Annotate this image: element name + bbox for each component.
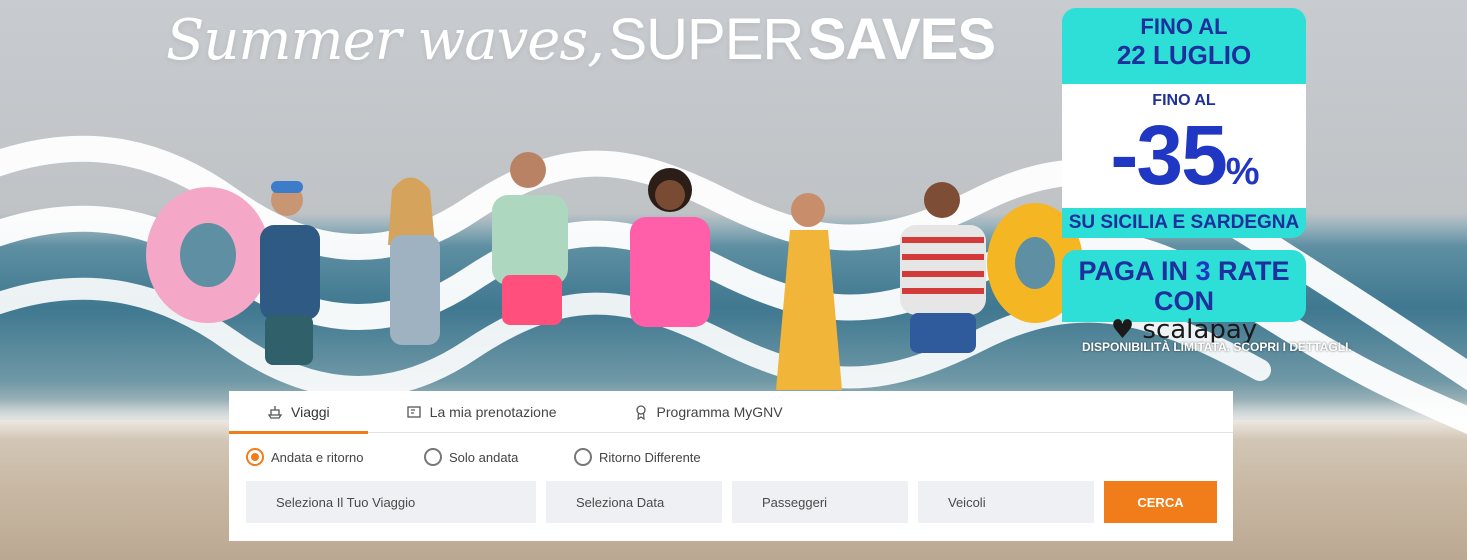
promo-deadline: FINO AL 22 LUGLIO — [1062, 8, 1306, 84]
group-of-friends-illustration — [146, 152, 1083, 390]
tab-la-mia-prenotazione[interactable]: La mia prenotazione — [368, 391, 595, 433]
ship-icon — [267, 406, 283, 419]
headline-super: SUPER — [608, 7, 804, 72]
promo-deadline-label: FINO AL — [1140, 14, 1228, 39]
award-icon — [635, 405, 646, 420]
passengers-field[interactable]: Passeggeri — [732, 481, 908, 523]
promo-discount: FINO AL -35% — [1062, 84, 1306, 208]
radio-indicator[interactable] — [424, 448, 442, 466]
promo-deadline-date: 22 LUGLIO — [1116, 40, 1252, 70]
promo-disclaimer-link[interactable]: DISPONIBILITÀ LIMITATA. SCOPRI I DETTAGL… — [1082, 340, 1352, 354]
radio-andata-e-ritorno[interactable]: Andata e ritorno — [246, 448, 424, 466]
tab-label: Viaggi — [291, 404, 330, 420]
date-select-field[interactable]: Seleziona Data — [546, 481, 722, 523]
radio-solo-andata[interactable]: Solo andata — [424, 448, 574, 466]
discount-prefix: FINO AL — [1152, 92, 1216, 109]
vehicles-field[interactable]: Veicoli — [918, 481, 1094, 523]
trip-select-field[interactable]: Seleziona Il Tuo Viaggio — [246, 481, 536, 523]
radio-label: Ritorno Differente — [599, 449, 701, 465]
promo-headline: Summer waves, SUPER SAVES — [166, 6, 996, 86]
search-button[interactable]: CERCA — [1104, 481, 1217, 523]
discount-value: -35% — [1110, 108, 1259, 202]
search-fields: Seleziona Il Tuo Viaggio Seleziona Data … — [229, 481, 1233, 523]
radio-label: Solo andata — [449, 449, 519, 465]
radio-label: Andata e ritorno — [271, 449, 364, 465]
installments-text: PAGA IN 3 RATE CON — [1078, 256, 1290, 316]
tab-programma-mygnv[interactable]: Programma MyGNV — [595, 391, 821, 433]
tab-label: La mia prenotazione — [429, 404, 557, 420]
tab-viaggi[interactable]: Viaggi — [229, 391, 368, 434]
tab-label: Programma MyGNV — [656, 404, 783, 420]
ticket-icon — [407, 406, 421, 418]
promo-badge[interactable]: FINO AL 22 LUGLIO FINO AL -35% SU SICILI… — [1062, 8, 1306, 344]
headline-script: Summer waves, — [166, 8, 605, 73]
booking-widget: Viaggi La mia prenotazione Programma MyG… — [229, 391, 1233, 541]
scalapay-installments: PAGA IN 3 RATE CON ♥ scalapay — [1062, 250, 1306, 344]
headline-saves: SAVES — [807, 7, 996, 72]
radio-indicator[interactable] — [574, 448, 592, 466]
radio-ritorno-differente[interactable]: Ritorno Differente — [574, 448, 701, 466]
booking-tabs: Viaggi La mia prenotazione Programma MyG… — [229, 391, 1233, 434]
trip-type-options: Andata e ritorno Solo andata Ritorno Dif… — [229, 433, 1233, 481]
radio-indicator[interactable] — [246, 448, 264, 466]
